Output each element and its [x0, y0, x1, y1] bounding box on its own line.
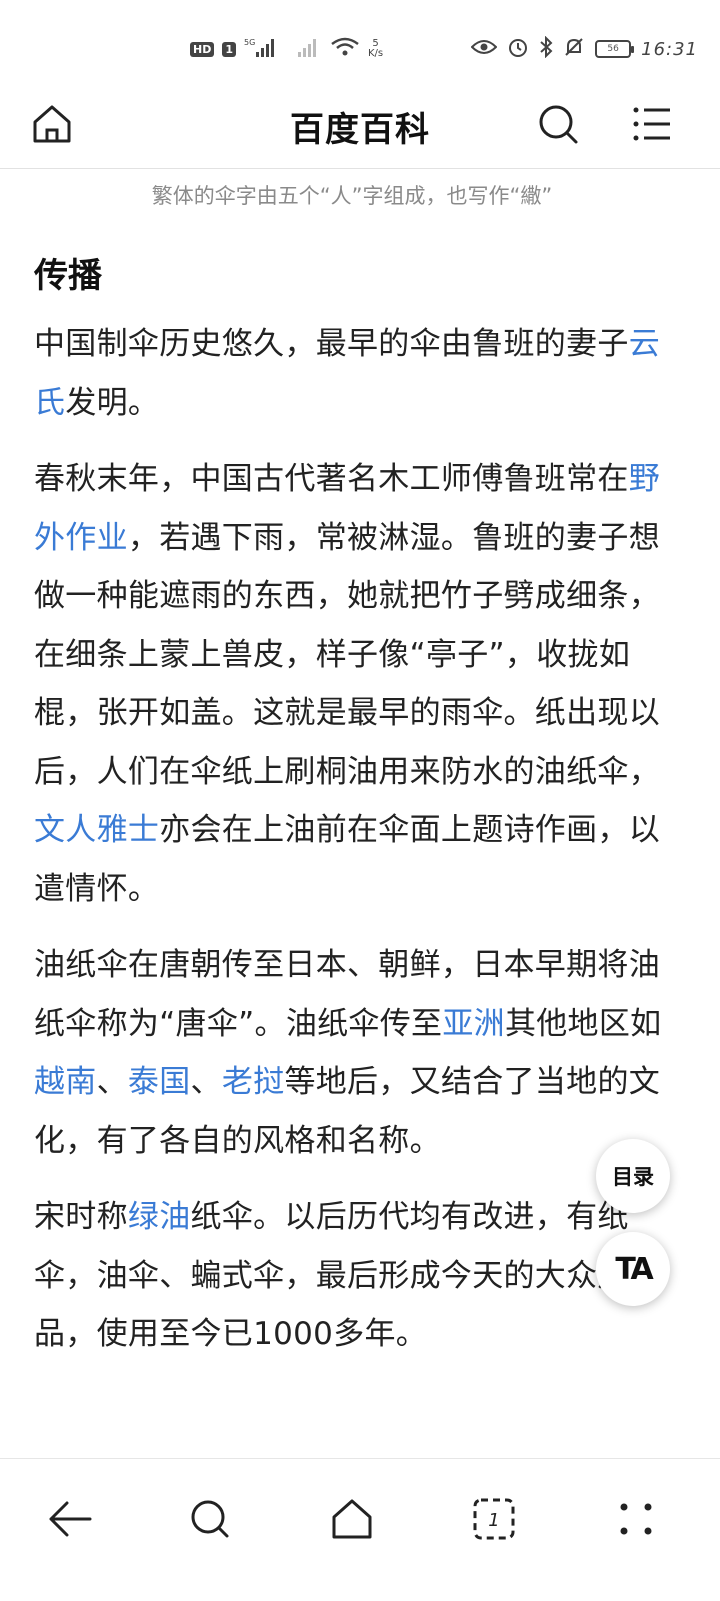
- paragraph-text: ，若遇下雨，常被淋湿。鲁班的妻子想做一种能遮雨的东西，她就把竹子劈成细条，在细条…: [34, 519, 661, 790]
- mute-icon: [563, 36, 585, 62]
- net-speed-unit: K/s: [368, 48, 384, 59]
- back-arrow-icon: [49, 1501, 92, 1537]
- sim-badge: 1: [222, 41, 236, 57]
- section-title: 传播: [34, 256, 102, 296]
- inline-link[interactable]: 亚洲: [442, 1006, 505, 1042]
- search-icon: [191, 1500, 229, 1538]
- alarm-icon: [507, 36, 529, 62]
- status-left: HD 1 5G 5 K/s: [190, 36, 383, 62]
- paragraph-text: 中国制伞历史悠久，最早的伞由鲁班的妻子: [34, 326, 629, 362]
- clock: 16:31: [641, 38, 698, 60]
- paragraph-text: 宋时称: [34, 1199, 128, 1235]
- more-button[interactable]: [606, 1489, 666, 1549]
- battery-icon: 56: [595, 40, 635, 58]
- toc-button[interactable]: 目录: [596, 1139, 670, 1213]
- tab-count: 1: [488, 1510, 499, 1531]
- paragraph-text: 、: [96, 1064, 128, 1100]
- signal-2-icon: [296, 36, 322, 62]
- battery-level: 56: [607, 44, 619, 54]
- eye-icon: [470, 38, 498, 60]
- article-content: 繁体的伞字由五个“人”字组成，也写作“繖” 传播 中国制伞历史悠久，最早的伞由鲁…: [34, 168, 670, 1364]
- paragraph-text: 、: [190, 1064, 222, 1100]
- tabs-icon: 1: [473, 1498, 515, 1540]
- wifi-icon: [330, 36, 360, 62]
- paragraph-text: 发明。: [65, 384, 160, 421]
- inline-link[interactable]: 文人雅士: [34, 812, 159, 848]
- page-title: 百度百科: [290, 110, 430, 150]
- home-icon: [332, 1499, 372, 1539]
- paragraph-text: 春秋末年，中国古代著名木工师傅鲁班常在: [34, 461, 629, 497]
- hd-badge: HD: [190, 41, 215, 57]
- search-icon: [539, 105, 578, 144]
- menu-list-icon: [633, 107, 670, 141]
- nav-search-button[interactable]: [180, 1489, 240, 1549]
- menu-button[interactable]: [628, 100, 676, 148]
- nav-home-button[interactable]: [322, 1489, 382, 1549]
- search-button[interactable]: [534, 100, 582, 148]
- bluetooth-icon: [539, 35, 553, 62]
- article-paragraphs: 中国制伞历史悠久，最早的伞由鲁班的妻子云氏发明。春秋末年，中国古代著名木工师傅鲁…: [34, 315, 670, 1364]
- image-caption: 繁体的伞字由五个“人”字组成，也写作“繖”: [151, 184, 553, 208]
- net-speed: 5 K/s: [368, 39, 383, 59]
- more-dots-icon: [620, 1503, 652, 1535]
- inline-link[interactable]: 老挝: [222, 1064, 285, 1100]
- status-right: 56 16:31: [470, 35, 698, 62]
- paragraph: 春秋末年，中国古代著名木工师傅鲁班常在野外作业，若遇下雨，常被淋湿。鲁班的妻子想…: [34, 450, 670, 918]
- network-type: 5G: [244, 38, 255, 47]
- paragraph-text: 其他地区如: [504, 1005, 662, 1042]
- tabs-button[interactable]: 1: [464, 1489, 524, 1549]
- bottom-nav: 1: [0, 1458, 720, 1601]
- app-header: 百度百科: [0, 80, 720, 169]
- signal-icon: 5G: [244, 36, 288, 62]
- text-size-button[interactable]: TA: [596, 1232, 670, 1306]
- paragraph: 中国制伞历史悠久，最早的伞由鲁班的妻子云氏发明。: [34, 315, 670, 432]
- back-button[interactable]: [40, 1489, 100, 1549]
- status-bar: HD 1 5G 5 K/s 56 16:31: [0, 0, 720, 80]
- paragraph: 油纸伞在唐朝传至日本、朝鲜，日本早期将油纸伞称为“唐伞”。油纸伞传至亚洲其他地区…: [34, 936, 670, 1170]
- inline-link[interactable]: 越南: [34, 1064, 97, 1100]
- inline-link[interactable]: 绿油: [128, 1199, 191, 1235]
- inline-link[interactable]: 泰国: [128, 1064, 191, 1100]
- paragraph: 宋时称绿油纸伞。以后历代均有改进，有纸伞，油伞、蝙式伞，最后形成今天的大众用品，…: [34, 1188, 670, 1364]
